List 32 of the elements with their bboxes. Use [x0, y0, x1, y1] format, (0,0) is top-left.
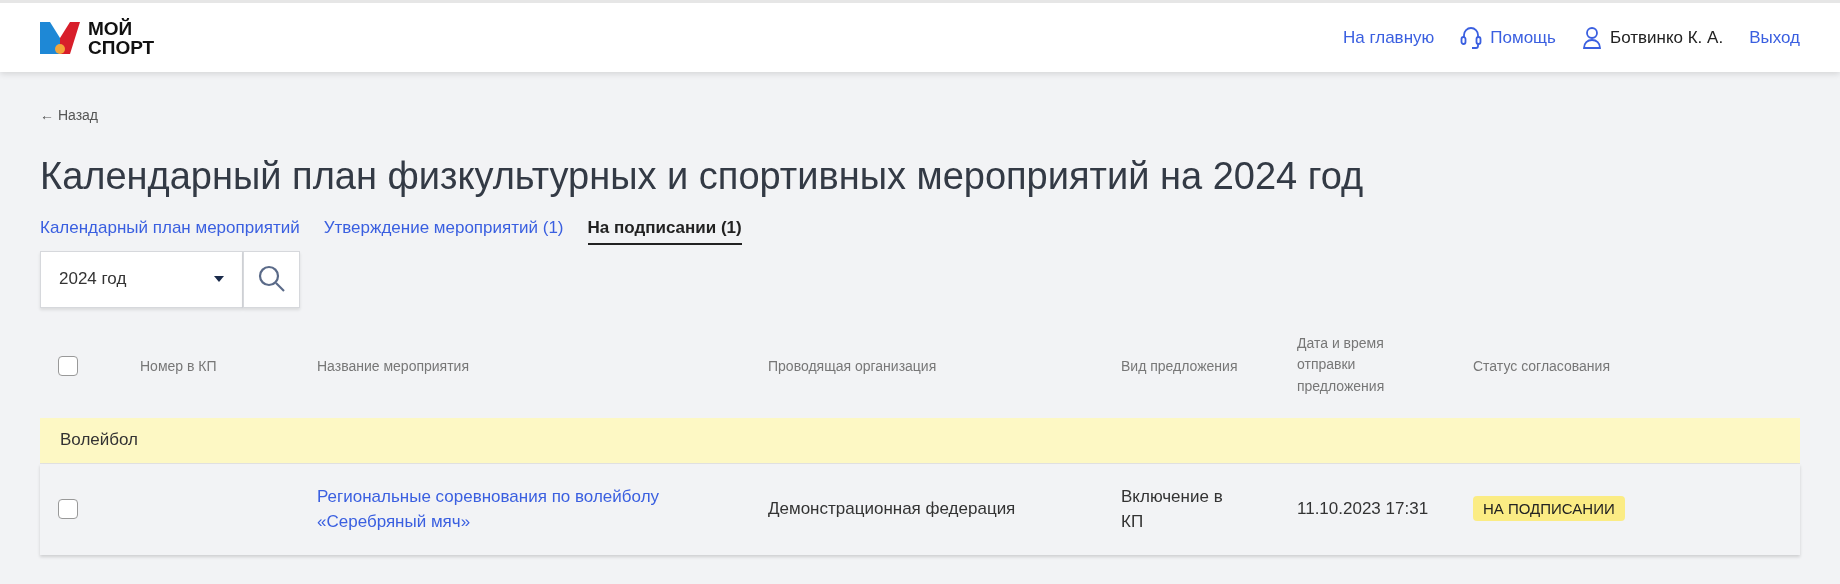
column-header: Номер в КП [140, 356, 217, 376]
user-name[interactable]: Ботвинко К. А. [1609, 24, 1724, 51]
status-badge: НА ПОДПИСАНИИ [1473, 496, 1625, 522]
back-link[interactable]: ← Назад [40, 107, 98, 123]
column-header: Вид предложения [1121, 356, 1238, 376]
tab[interactable]: На подписании (1) [587, 215, 742, 245]
search-icon [257, 265, 286, 294]
group-title: Волейбол [60, 429, 139, 452]
table-cell-text: Включение в КП [1121, 485, 1224, 534]
logo-text: МОЙ [88, 18, 134, 38]
year-select[interactable]: 2024 год [40, 250, 243, 308]
checkbox[interactable] [58, 499, 78, 520]
checkbox[interactable] [58, 355, 78, 376]
column-header: Статус согласования [1473, 356, 1610, 376]
table-cell: Демонстрационная федерация [768, 499, 1016, 519]
headset-icon [1460, 25, 1483, 50]
nav-link[interactable]: На главную [1342, 24, 1435, 51]
help-link[interactable]: Помощь [1490, 24, 1556, 51]
tab[interactable]: Календарный план мероприятий [40, 215, 300, 245]
column-header: Название мероприятия [317, 356, 470, 376]
user-icon [1581, 25, 1602, 50]
column-header: Дата и время отправки предложения [1297, 333, 1386, 397]
logo-text: СПОРТ [88, 37, 155, 57]
event-link[interactable]: Региональные соревнования по волейболу «Серебряный мяч» [317, 483, 677, 535]
page-title: Календарный план физкультурных и спортивных мероприятий на 2024 год [40, 153, 1365, 199]
table-cell: 11.10.2023 17:31 [1297, 499, 1429, 519]
nav-link[interactable]: Выход [1749, 24, 1800, 51]
logo-icon [40, 19, 80, 56]
column-header: Проводящая организация [768, 356, 937, 376]
caret-icon [214, 276, 224, 283]
tab[interactable]: Утверждение мероприятий (1) [323, 215, 564, 245]
search-button[interactable] [243, 250, 300, 308]
